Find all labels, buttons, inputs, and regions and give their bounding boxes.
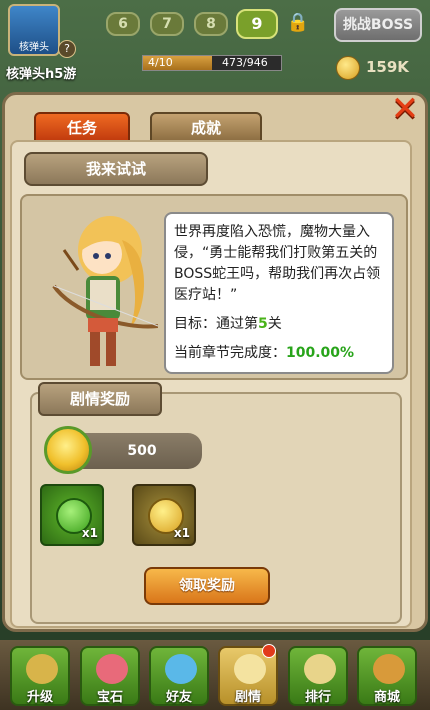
level-7-button[interactable]: 7 — [150, 12, 184, 36]
nav-story[interactable]: 剧情 — [218, 644, 278, 706]
coin-reward-amount: 500 — [127, 443, 157, 459]
nav-label: 排行 — [304, 690, 331, 705]
friends-icon — [165, 654, 197, 684]
wave-progress: 4/10 — [148, 56, 173, 69]
nav-label: 宝石 — [96, 690, 123, 705]
nav-label: 好友 — [165, 690, 192, 705]
nav-label: 剧情 — [234, 690, 261, 705]
quest-goal: 目标：通过第5关 — [174, 314, 384, 335]
nav-friends[interactable]: 好友 — [149, 646, 209, 706]
claim-reward-button[interactable]: 领取奖励 — [144, 567, 270, 605]
chapter-completion: 当前章节完成度：100.00% — [174, 343, 384, 364]
completion-label: 当前章节完成度： — [174, 345, 286, 361]
reward-item-potion[interactable]: x1 — [40, 484, 104, 546]
story-icon — [234, 654, 266, 684]
item-quantity: x1 — [81, 526, 98, 540]
nav-label: 升级 — [26, 690, 53, 705]
reward-title: 剧情奖励 — [38, 382, 162, 416]
tab-quests[interactable]: 任务 — [34, 112, 130, 142]
close-icon[interactable]: ✕ — [388, 92, 422, 126]
coin-reward-icon — [44, 426, 92, 474]
gold-amount: 159K — [366, 58, 409, 76]
exp-progress: 473/946 — [222, 56, 268, 69]
shop-icon — [373, 654, 405, 684]
gem-icon — [96, 654, 128, 684]
level-9-button[interactable]: 9 — [236, 9, 278, 39]
completion-value: 100.00% — [286, 345, 355, 361]
quest-title: 我来试试 — [24, 152, 208, 186]
story-speech-bubble: 世界再度陷入恐慌，魔物大量入侵，“勇士能帮我们打败第五关的BOSS蛇王吗，帮助我… — [164, 212, 394, 374]
reward-item-coin[interactable]: x1 — [132, 484, 196, 546]
ranking-icon — [304, 654, 336, 684]
nav-label: 商城 — [373, 690, 400, 705]
challenge-boss-button[interactable]: 挑战BOSS — [334, 8, 422, 42]
nav-gems[interactable]: 宝石 — [80, 646, 140, 706]
item-quantity: x1 — [173, 526, 190, 540]
goal-stage-number: 5 — [258, 316, 268, 332]
nav-upgrade[interactable]: 升级 — [10, 646, 70, 706]
notification-dot — [262, 644, 276, 658]
goal-prefix: 目标：通过第 — [174, 316, 258, 332]
goal-suffix: 关 — [267, 316, 282, 332]
upgrade-icon — [26, 654, 58, 684]
archer-heroine-portrait — [52, 216, 158, 366]
avatar-label: 核弹头 — [19, 42, 49, 53]
nav-ranking[interactable]: 排行 — [288, 646, 348, 706]
nav-shop[interactable]: 商城 — [357, 646, 417, 706]
level-8-button[interactable]: 8 — [194, 12, 228, 36]
tab-achievements[interactable]: 成就 — [150, 112, 262, 142]
level-6-button[interactable]: 6 — [106, 12, 140, 36]
player-name: 核弹头h5游 — [6, 67, 77, 82]
story-text: 世界再度陷入恐慌，魔物大量入侵，“勇士能帮我们打败第五关的BOSS蛇王吗，帮助我… — [174, 224, 381, 303]
gold-coin-icon — [336, 56, 360, 80]
help-icon[interactable]: ? — [58, 40, 76, 58]
lock-icon: 🔒 — [286, 12, 310, 33]
